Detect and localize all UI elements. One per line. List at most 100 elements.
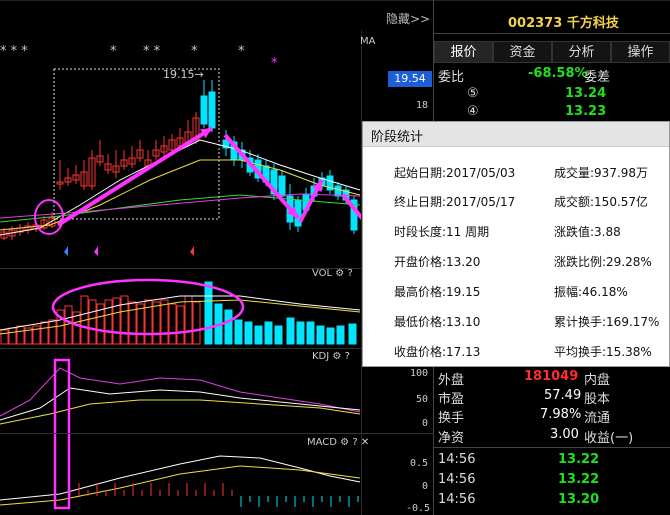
volume-bar bbox=[168, 303, 177, 345]
gear-icon[interactable]: ⚙ bbox=[332, 351, 341, 362]
tab-analysis[interactable]: 分析 bbox=[552, 41, 611, 63]
volume-bar bbox=[16, 325, 25, 345]
hide-panel-button[interactable]: 隐藏>> bbox=[386, 10, 430, 27]
gear-icon[interactable]: ⚙ bbox=[340, 437, 349, 448]
stock-name: 千方科技 bbox=[566, 16, 619, 31]
close-icon[interactable]: ✕ bbox=[361, 437, 369, 448]
peak-price-label: 19.15→ bbox=[163, 68, 204, 81]
stat-end-date: 终止日期:2017/05/17 bbox=[394, 195, 516, 209]
tab-quote[interactable]: 报价 bbox=[434, 41, 493, 63]
trade-time: 14:56 bbox=[438, 472, 476, 487]
header-divider bbox=[434, 33, 670, 34]
price-tick: 18 bbox=[416, 100, 429, 111]
waipan-value: 181049 bbox=[524, 369, 579, 384]
volume-bar bbox=[120, 295, 129, 345]
shouyi-label: 收益(一) bbox=[584, 431, 634, 446]
volume-bar bbox=[192, 301, 201, 345]
volume-bar bbox=[348, 323, 357, 345]
trade-price: 13.22 bbox=[558, 472, 600, 487]
macd-axis-tick: -0.5 bbox=[406, 503, 431, 514]
volume-bar bbox=[316, 325, 325, 345]
stock-code: 002373 bbox=[508, 16, 563, 31]
stat-avg-turnover: 平均换手:15.38% bbox=[554, 345, 652, 359]
stage-statistics-popup[interactable]: 阶段统计 起始日期:2017/05/03 成交量:937.98万 终止日期:20… bbox=[362, 121, 670, 367]
tab-operation[interactable]: 操作 bbox=[611, 41, 670, 63]
volume-bar bbox=[254, 325, 263, 345]
neipan-label: 内盘 bbox=[584, 373, 611, 388]
stat-amount: 成交额:150.57亿 bbox=[554, 195, 649, 209]
stat-cum-turnover: 累计换手:169.17% bbox=[554, 315, 660, 329]
selection-box bbox=[53, 68, 220, 220]
volume-bar bbox=[296, 321, 305, 345]
huanshou-value: 7.98% bbox=[540, 407, 582, 422]
volume-bar bbox=[8, 327, 17, 345]
current-price-badge: 19.54 bbox=[388, 71, 432, 87]
stat-change-pct: 涨跌比例:29.28% bbox=[554, 255, 652, 269]
signal-marker-icon bbox=[94, 246, 98, 256]
volume-bar bbox=[152, 301, 161, 345]
macd-axis-tick: 0.5 bbox=[410, 458, 429, 469]
star-marker: * * * bbox=[0, 44, 28, 59]
trade-time: 14:56 bbox=[438, 492, 476, 507]
kdj-axis-tick: 100 bbox=[410, 368, 429, 379]
volume-bar bbox=[176, 305, 185, 345]
stat-close: 收盘价格:17.13 bbox=[394, 345, 481, 359]
stat-amplitude: 振幅:46.18% bbox=[554, 285, 628, 299]
macd-axis-tick: 0 bbox=[422, 481, 429, 492]
star-marker: * bbox=[191, 44, 198, 59]
ma-label: MA bbox=[360, 36, 376, 47]
volume-bar bbox=[244, 321, 253, 345]
shiying-label: 市盈 bbox=[438, 392, 465, 407]
ask4-price: 13.23 bbox=[565, 104, 607, 119]
help-icon[interactable]: ? bbox=[345, 351, 350, 362]
gear-icon[interactable]: ⚙ bbox=[335, 268, 344, 279]
trades-divider bbox=[434, 447, 670, 448]
trade-price: 13.20 bbox=[558, 492, 600, 507]
volume-bar bbox=[136, 303, 145, 345]
help-icon[interactable]: ? bbox=[352, 437, 357, 448]
shiying-value: 57.49 bbox=[544, 388, 582, 403]
huanshou-label: 换手 bbox=[438, 411, 465, 426]
stat-change: 涨跌值:3.88 bbox=[554, 225, 621, 239]
ask5-price: 13.24 bbox=[565, 86, 607, 101]
volume-bar bbox=[234, 319, 243, 345]
vol-label: VOL ⚙ ? bbox=[312, 268, 353, 279]
quote-tabs: 报价 资金 分析 操作 bbox=[434, 41, 670, 63]
liutong-label: 流通 bbox=[584, 411, 611, 426]
tab-funds[interactable]: 资金 bbox=[493, 41, 552, 63]
volume-bar bbox=[274, 325, 283, 345]
volume-bar bbox=[336, 325, 345, 345]
popup-title: 阶段统计 bbox=[371, 130, 424, 145]
top-border bbox=[0, 0, 670, 1]
stock-title: 002373 千方科技 bbox=[508, 12, 619, 31]
weicha-label: 委差 bbox=[584, 70, 611, 85]
volume-bar bbox=[48, 319, 57, 345]
jingzi-label: 净资 bbox=[438, 431, 465, 446]
weibi-value: -68.58% bbox=[528, 66, 588, 81]
stat-volume: 成交量:937.98万 bbox=[554, 166, 649, 180]
buy-marker-icon bbox=[64, 246, 68, 256]
kdj-macd-divider bbox=[0, 433, 433, 434]
stat-high: 最高价格:19.15 bbox=[394, 285, 481, 299]
stat-low: 最低价格:13.10 bbox=[394, 315, 481, 329]
jingzi-value: 3.00 bbox=[550, 427, 579, 442]
star-marker: * bbox=[271, 56, 278, 71]
candle-body bbox=[208, 91, 216, 129]
star-marker: * bbox=[238, 44, 245, 59]
trade-price: 13.22 bbox=[558, 452, 600, 467]
help-icon[interactable]: ? bbox=[347, 268, 352, 279]
guben-label: 股本 bbox=[584, 392, 611, 407]
volume-bar bbox=[204, 281, 213, 345]
stat-open: 开盘价格:13.20 bbox=[394, 255, 481, 269]
candle-body bbox=[200, 95, 208, 125]
star-marker: * * bbox=[143, 44, 161, 59]
star-marker: * bbox=[110, 44, 117, 59]
candle-body bbox=[334, 185, 342, 197]
annotation-arrow bbox=[223, 133, 300, 220]
weibi-label: 委比 bbox=[438, 70, 465, 85]
candle-body bbox=[278, 175, 286, 197]
ask5-marker: ⑤ bbox=[467, 86, 479, 101]
trade-time: 14:56 bbox=[438, 452, 476, 467]
volume-bar bbox=[40, 321, 49, 345]
popup-title-bar[interactable]: 阶段统计 bbox=[363, 122, 669, 147]
